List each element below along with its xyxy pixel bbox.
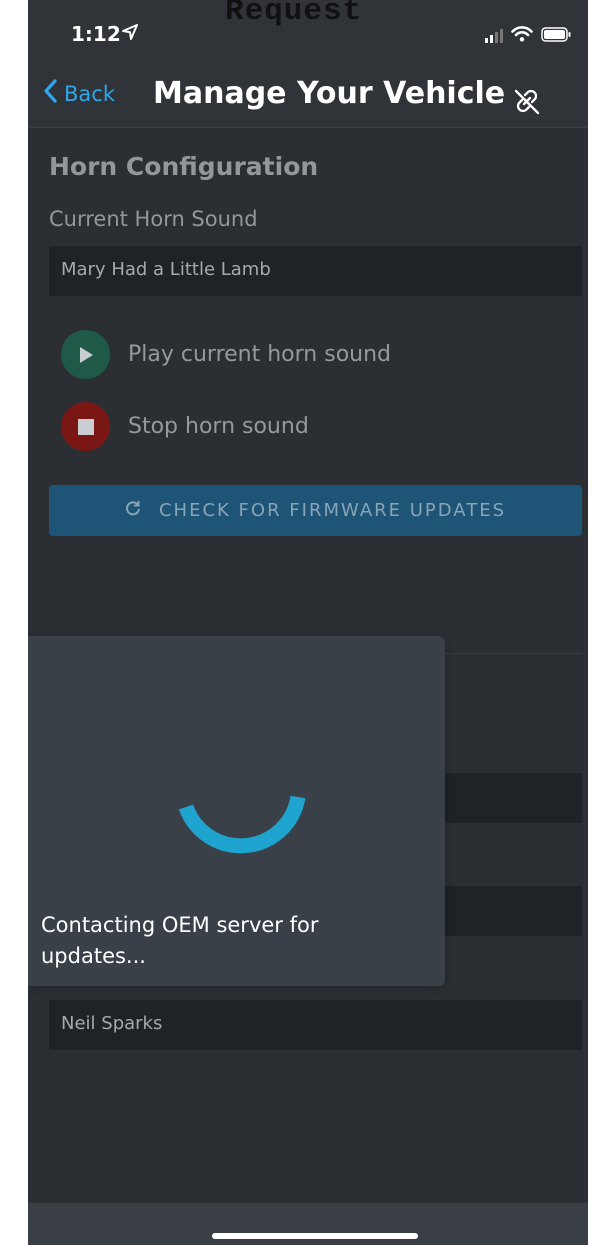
check-firmware-label: CHECK FOR FIRMWARE UPDATES bbox=[158, 500, 507, 521]
stop-horn-label: Stop horn sound bbox=[128, 414, 309, 439]
status-time: 1:12 bbox=[71, 22, 121, 46]
chevron-left-icon bbox=[43, 79, 57, 108]
loading-message: Contacting OEM server for updates... bbox=[41, 913, 319, 968]
stop-icon bbox=[61, 402, 110, 451]
play-icon bbox=[61, 330, 110, 379]
page-title: Manage Your Vehicle bbox=[153, 76, 506, 111]
refresh-icon bbox=[125, 500, 141, 521]
current-horn-field[interactable]: Mary Had a Little Lamb bbox=[49, 246, 582, 296]
home-indicator[interactable] bbox=[212, 1233, 418, 1239]
back-label: Back bbox=[64, 81, 115, 106]
owner-name-field[interactable]: Neil Sparks bbox=[49, 1000, 582, 1050]
back-button[interactable]: Back bbox=[43, 79, 115, 108]
unlink-icon[interactable] bbox=[512, 86, 542, 120]
status-icons bbox=[485, 26, 571, 46]
stop-horn-button[interactable]: Stop horn sound bbox=[61, 402, 309, 451]
location-arrow-icon bbox=[122, 24, 138, 44]
play-horn-button[interactable]: Play current horn sound bbox=[61, 330, 391, 379]
request-overlay-label: Request bbox=[225, 0, 363, 29]
section-title-horn: Horn Configuration bbox=[49, 152, 319, 181]
wifi-icon bbox=[511, 26, 533, 46]
signal-icon bbox=[485, 29, 503, 43]
navigation-bar: Back Manage Your Vehicle bbox=[28, 62, 588, 128]
play-horn-label: Play current horn sound bbox=[128, 342, 392, 367]
check-firmware-button[interactable]: CHECK FOR FIRMWARE UPDATES bbox=[49, 485, 582, 536]
current-horn-label: Current Horn Sound bbox=[49, 207, 258, 231]
loading-spinner-icon bbox=[178, 785, 308, 859]
phone-screen: 1:12 Back Manage Your Vehicle Horn Confi… bbox=[28, 0, 588, 1245]
battery-icon bbox=[541, 26, 571, 46]
